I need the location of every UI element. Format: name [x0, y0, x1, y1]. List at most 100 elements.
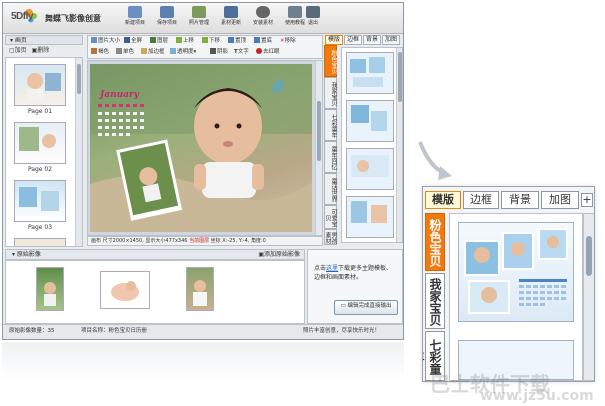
category-tab[interactable]: 童话世界 — [324, 173, 337, 205]
scrollbar-thumb[interactable] — [586, 236, 592, 276]
add-page-button[interactable]: ▢加页 — [9, 47, 27, 54]
template-preview — [351, 105, 387, 131]
zoom-tab-add-image[interactable]: 加图 — [541, 191, 579, 209]
category-tab[interactable]: 童年回忆 — [324, 141, 337, 173]
logo-text: 5Dfly — [11, 11, 33, 22]
help-panel: 点击这里下载更多主题模板、边框和画面素材。 ▭ 编辑完成直接输出 — [307, 249, 403, 324]
page-thumbnail[interactable] — [14, 180, 66, 222]
download-link[interactable]: 这里 — [326, 265, 338, 272]
scrollbar-thumb[interactable] — [398, 52, 402, 102]
new-project-button[interactable]: 新建项目 — [121, 6, 149, 31]
original-image[interactable] — [36, 267, 64, 311]
template-category-tabs: 粉色宝贝 我家宝贝 七彩童年 童年回忆 童话世界 可爱宝贝 男孩素材 — [324, 35, 338, 245]
install-material-icon — [256, 6, 270, 18]
zoomed-template-panel: 模版 边框 背景 加图 + 粉色宝贝 我家宝贝 七彩童年 — [422, 186, 595, 382]
add-original-image-button[interactable]: ▣添加原始影像 — [258, 250, 300, 259]
page-label: Page 03 — [27, 224, 53, 231]
baby-photo — [44, 282, 56, 306]
page-thumbnail[interactable] — [14, 122, 66, 164]
template-thumbnail[interactable] — [346, 196, 394, 238]
exit-button[interactable]: 退出 — [299, 6, 327, 31]
opacity-tool[interactable]: 透明度▾ — [170, 48, 196, 56]
material-update-button[interactable]: 素材更新 — [217, 6, 245, 31]
page-list: Page 01 Page 02 Page 03 — [5, 57, 83, 247]
pages-scrollbar[interactable] — [75, 58, 82, 246]
category-tab[interactable]: 男孩素材 — [324, 229, 337, 245]
add-tab-plus-icon[interactable]: + — [581, 193, 593, 207]
delete-page-button[interactable]: ▣删除 — [32, 47, 50, 54]
canvas-area[interactable]: January — [87, 60, 323, 236]
image-size-tool[interactable]: 图片大小 — [91, 37, 120, 45]
tab-add-image[interactable]: 加图 — [382, 35, 400, 45]
template-thumbnail[interactable] — [346, 100, 394, 142]
tab-templates[interactable]: 模版 — [325, 35, 343, 45]
material-update-icon — [224, 6, 238, 18]
zoom-template-list — [449, 213, 583, 381]
template-preview — [351, 155, 389, 177]
finish-output-button[interactable]: ▭ 编辑完成直接输出 — [334, 300, 398, 315]
tab-backgrounds[interactable]: 背景 — [363, 35, 381, 45]
scrollbar-thumb[interactable] — [317, 101, 321, 161]
status-tip: 照片丰富创意，尽享快乐时光！ — [303, 328, 381, 334]
mono-tool[interactable]: 单色 — [116, 48, 134, 56]
app-title: 舞蝶飞影像创意 — [45, 14, 101, 23]
original-images-header: ▾ 原始影像 ▣添加原始影像 — [5, 249, 305, 260]
zoom-scrollbar[interactable] — [583, 213, 594, 381]
project-name: 项目名称：粉色宝贝日历册 — [81, 328, 148, 334]
zoom-tab-borders[interactable]: 边框 — [463, 191, 499, 209]
template-preview — [350, 57, 385, 87]
move-down-tool[interactable]: 下移 — [202, 37, 220, 45]
baby-photo — [111, 281, 139, 301]
sepia-tool[interactable]: 褐色 — [91, 48, 109, 56]
pages-panel-header: ▾ 画页 — [5, 35, 83, 45]
new-project-icon — [128, 6, 142, 18]
zoom-category-tab[interactable]: 粉色宝贝 — [425, 213, 445, 271]
page-label: Page 02 — [27, 166, 53, 173]
canvas-photo[interactable]: January — [90, 64, 312, 232]
template-scrollbar[interactable] — [396, 48, 402, 242]
exit-icon — [306, 6, 320, 18]
canvas-scrollbar[interactable] — [315, 61, 322, 235]
original-image[interactable] — [186, 267, 214, 311]
zoom-tab-backgrounds[interactable]: 背景 — [501, 191, 539, 209]
current-layer-tag: 当前图层 — [189, 238, 210, 244]
install-material-button[interactable]: 安装素材 — [249, 6, 277, 31]
add-border-tool[interactable]: 加边框 — [141, 48, 165, 56]
category-tab[interactable]: 我家宝贝 — [324, 77, 337, 109]
category-tab[interactable]: 七彩童年 — [324, 109, 337, 141]
scrollbar-thumb[interactable] — [77, 64, 81, 94]
template-thumbnail[interactable] — [346, 148, 394, 190]
fullscreen-tool[interactable]: 全屏 — [124, 37, 142, 45]
shadow-tool[interactable]: 阴影 — [210, 48, 228, 56]
photo-manage-icon — [192, 6, 206, 18]
original-images-strip — [5, 260, 305, 324]
send-to-bottom-tool[interactable]: 置底 — [254, 37, 272, 45]
edit-toolbar: 图片大小 全屏 图层 上移 下移 置顶 置底 ✕移除 褐色 单色 加边框 透明度… — [87, 35, 323, 59]
tab-borders[interactable]: 边框 — [344, 35, 362, 45]
move-up-tool[interactable]: 上移 — [176, 37, 194, 45]
template-thumbnail[interactable] — [346, 52, 394, 94]
baby-photo — [193, 280, 207, 306]
category-tab[interactable]: 粉色宝贝 — [324, 45, 337, 77]
page-thumbnail[interactable] — [14, 64, 66, 106]
save-project-button[interactable]: 保存项目 — [153, 6, 181, 31]
text-tool[interactable]: T文字 — [234, 48, 249, 56]
photo-manage-button[interactable]: 照片管理 — [185, 6, 213, 31]
pages-toolbar: ▢加页 ▣删除 — [5, 46, 83, 56]
category-tab[interactable]: 可爱宝贝 — [324, 205, 337, 229]
baby-photo — [19, 187, 59, 211]
template-preview — [351, 201, 387, 223]
bring-to-top-tool[interactable]: 置顶 — [228, 37, 246, 45]
save-icon — [160, 6, 174, 18]
original-image[interactable] — [100, 271, 150, 309]
watermark-url: www.jz5u.com — [480, 388, 594, 404]
zoom-tab-templates[interactable]: 模版 — [425, 191, 461, 209]
page-label: Page 01 — [27, 108, 53, 115]
zoom-template-thumbnail[interactable] — [458, 222, 574, 322]
red-eye-tool[interactable]: 去红眼 — [256, 48, 280, 56]
remove-tool[interactable]: ✕移除 — [280, 37, 296, 45]
zoom-category-tab[interactable]: 我家宝贝 — [425, 273, 445, 329]
layer-tool[interactable]: 图层 — [150, 37, 168, 45]
page-thumbnail[interactable] — [14, 238, 66, 246]
status-bar: 原始影像数量：35 项目名称：粉色宝贝日历册 照片丰富创意，尽享快乐时光！ — [3, 324, 403, 339]
